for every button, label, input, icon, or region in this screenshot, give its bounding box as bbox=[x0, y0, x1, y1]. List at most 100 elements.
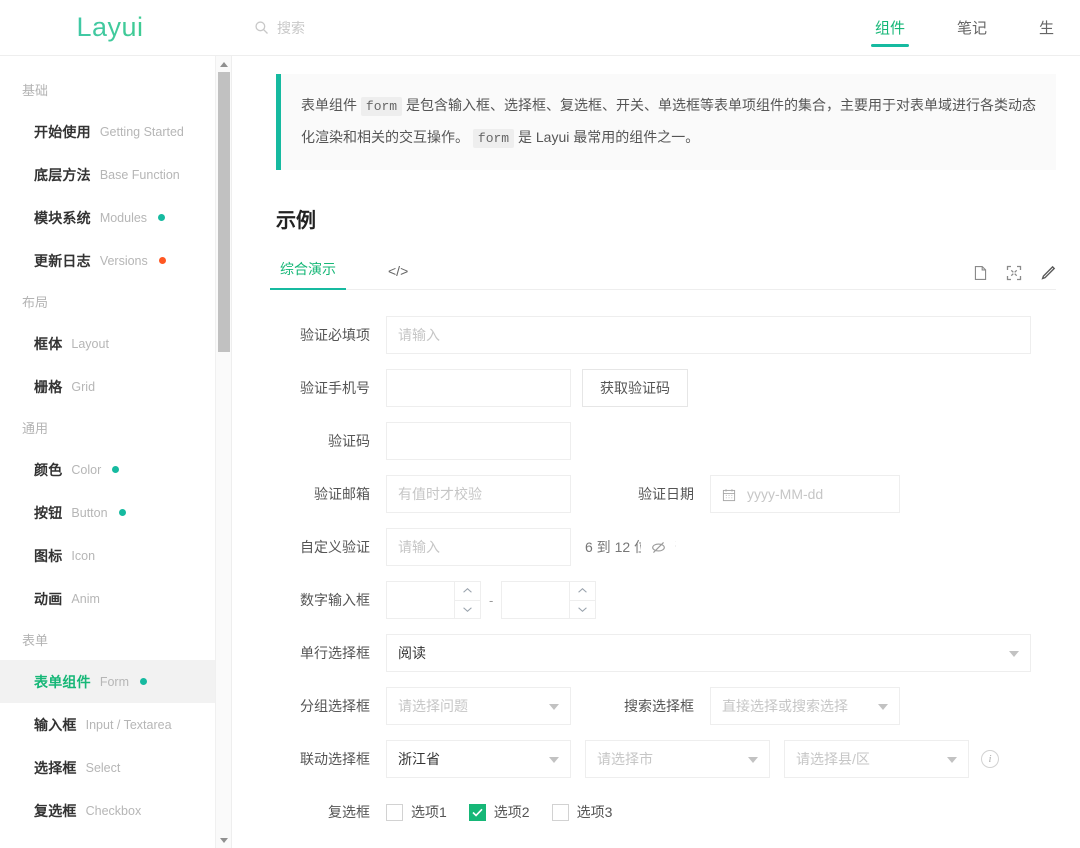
nav-item-notes[interactable]: 笔记 bbox=[931, 0, 1013, 56]
checkbox-option-3[interactable]: 选项3 bbox=[552, 802, 613, 822]
top-navigation: 组件 笔记 生 bbox=[849, 0, 1080, 56]
calendar-icon bbox=[722, 476, 736, 514]
search-placeholder: 搜索 bbox=[277, 18, 305, 38]
chevron-down-icon bbox=[878, 704, 888, 710]
sidebar-item-form[interactable]: 表单组件 Form bbox=[0, 660, 231, 703]
sidebar-item-label-cn: 表单组件 bbox=[34, 672, 91, 692]
eye-slash-icon[interactable] bbox=[641, 529, 675, 565]
status-dot-icon bbox=[140, 678, 147, 685]
checkbox-label: 选项2 bbox=[494, 802, 530, 822]
edit-icon[interactable] bbox=[1040, 265, 1056, 281]
get-verify-code-button[interactable]: 获取验证码 bbox=[582, 369, 688, 407]
scroll-up-arrow-icon[interactable] bbox=[216, 56, 232, 72]
checkbox-option-1[interactable]: 选项1 bbox=[386, 802, 447, 822]
sidebar-item-label-cn: 模块系统 bbox=[34, 208, 91, 228]
search-input[interactable]: 搜索 bbox=[254, 18, 305, 38]
sidebar-item-label-en: Form bbox=[100, 675, 129, 689]
sidebar-item-input[interactable]: 输入框 Input / Textarea bbox=[0, 703, 231, 746]
sidebar-item-label-en: Base Function bbox=[100, 168, 180, 182]
sidebar-group-title-layout: 布局 bbox=[0, 282, 231, 322]
group-select[interactable]: 请选择问题 bbox=[386, 687, 571, 725]
tab-demo[interactable]: 综合演示 bbox=[276, 259, 340, 289]
sidebar-item-color[interactable]: 颜色 Color bbox=[0, 448, 231, 491]
sidebar-item-anim[interactable]: 动画 Anim bbox=[0, 577, 231, 620]
scroll-down-arrow-icon[interactable] bbox=[216, 832, 232, 848]
checkbox-box-icon[interactable] bbox=[552, 804, 569, 821]
number-min-value[interactable] bbox=[387, 582, 454, 618]
sidebar-item-checkbox[interactable]: 复选框 Checkbox bbox=[0, 789, 231, 832]
number-max-value[interactable] bbox=[502, 582, 569, 618]
sidebar: 基础 开始使用 Getting Started 底层方法 Base Functi… bbox=[0, 56, 232, 848]
email-input[interactable]: 有值时才校验 bbox=[386, 475, 571, 513]
sidebar-item-label-cn: 选择框 bbox=[34, 758, 77, 778]
nav-item-label: 笔记 bbox=[957, 17, 987, 38]
custom-password-input[interactable]: 请输入 bbox=[386, 528, 571, 566]
group-select-placeholder: 请选择问题 bbox=[398, 696, 468, 716]
checkbox-option-2[interactable]: 选项2 bbox=[469, 802, 530, 822]
form-label: 验证日期 bbox=[600, 484, 710, 504]
form-label: 验证码 bbox=[276, 422, 386, 460]
example-tabbar: 综合演示 </> bbox=[276, 255, 1056, 290]
sidebar-item-grid[interactable]: 栅格 Grid bbox=[0, 365, 231, 408]
sidebar-item-label-en: Versions bbox=[100, 254, 148, 268]
checkbox-box-icon[interactable] bbox=[386, 804, 403, 821]
checkbox-label: 选项1 bbox=[411, 802, 447, 822]
scrollbar-thumb[interactable] bbox=[218, 72, 230, 352]
phone-input[interactable] bbox=[386, 369, 571, 407]
status-dot-icon bbox=[158, 214, 165, 221]
tab-label: </> bbox=[388, 263, 408, 279]
main-content: 表单组件 form 是包含输入框、选择框、复选框、开关、单选框等表单项组件的集合… bbox=[232, 56, 1080, 848]
nav-item-third[interactable]: 生 bbox=[1013, 0, 1080, 56]
sidebar-item-button[interactable]: 按钮 Button bbox=[0, 491, 231, 534]
notice-code-form-1: form bbox=[361, 97, 402, 116]
sidebar-item-label-cn: 颜色 bbox=[34, 460, 62, 480]
info-icon[interactable]: i bbox=[981, 750, 999, 768]
form-label: 数字输入框 bbox=[276, 581, 386, 619]
number-input-max[interactable] bbox=[501, 581, 596, 619]
city-select[interactable]: 请选择市 bbox=[585, 740, 770, 778]
sidebar-scrollbar[interactable] bbox=[215, 56, 231, 848]
sidebar-item-label-en: Modules bbox=[100, 211, 147, 225]
sidebar-item-base-function[interactable]: 底层方法 Base Function bbox=[0, 153, 231, 196]
checkbox-checked-icon[interactable] bbox=[469, 804, 486, 821]
app-logo[interactable]: Layui bbox=[0, 12, 220, 43]
stepper-up-icon[interactable] bbox=[570, 582, 595, 601]
copy-icon[interactable] bbox=[973, 265, 988, 281]
sidebar-item-icon[interactable]: 图标 Icon bbox=[0, 534, 231, 577]
chevron-down-icon bbox=[549, 704, 559, 710]
fullscreen-icon[interactable] bbox=[1006, 265, 1022, 281]
sidebar-item-select[interactable]: 选择框 Select bbox=[0, 746, 231, 789]
province-select[interactable]: 浙江省 bbox=[386, 740, 571, 778]
number-input-min[interactable] bbox=[386, 581, 481, 619]
sidebar-item-layout[interactable]: 框体 Layout bbox=[0, 322, 231, 365]
sidebar-item-label-en: Anim bbox=[71, 592, 99, 606]
stepper-down-icon[interactable] bbox=[455, 601, 480, 619]
form-label: 自定义验证 bbox=[276, 528, 386, 566]
nav-item-label: 生 bbox=[1039, 17, 1054, 38]
search-select[interactable]: 直接选择或搜索选择 bbox=[710, 687, 900, 725]
sidebar-item-label-cn: 图标 bbox=[34, 546, 62, 566]
required-input[interactable]: 请输入 bbox=[386, 316, 1031, 354]
stepper-down-icon[interactable] bbox=[570, 601, 595, 619]
form-label: 验证邮箱 bbox=[276, 475, 386, 513]
sidebar-item-modules[interactable]: 模块系统 Modules bbox=[0, 196, 231, 239]
county-select-placeholder: 请选择县/区 bbox=[796, 749, 870, 769]
demo-form: 验证必填项 请输入 验证手机号 获取验证码 验证码 验证邮箱 有值时才校验 bbox=[276, 290, 1056, 848]
tab-label: 综合演示 bbox=[280, 261, 336, 277]
tab-code[interactable]: </> bbox=[384, 263, 412, 289]
status-dot-icon bbox=[112, 466, 119, 473]
date-input[interactable]: yyyy-MM-dd bbox=[710, 475, 900, 513]
captcha-input[interactable] bbox=[386, 422, 571, 460]
form-row-group-search-select: 分组选择框 请选择问题 搜索选择框 直接选择或搜索选择 bbox=[276, 687, 1056, 725]
stepper-up-icon[interactable] bbox=[455, 582, 480, 601]
county-select[interactable]: 请选择县/区 bbox=[784, 740, 969, 778]
form-label: 验证必填项 bbox=[276, 316, 386, 354]
nav-item-components[interactable]: 组件 bbox=[849, 0, 931, 56]
sidebar-item-getting-started[interactable]: 开始使用 Getting Started bbox=[0, 110, 231, 153]
sidebar-item-label-en: Layout bbox=[71, 337, 109, 351]
form-row-captcha: 验证码 bbox=[276, 422, 1056, 460]
sidebar-item-versions[interactable]: 更新日志 Versions bbox=[0, 239, 231, 282]
single-select[interactable]: 阅读 bbox=[386, 634, 1031, 672]
sidebar-list: 基础 开始使用 Getting Started 底层方法 Base Functi… bbox=[0, 56, 231, 832]
sidebar-item-label-en: Input / Textarea bbox=[86, 718, 172, 732]
